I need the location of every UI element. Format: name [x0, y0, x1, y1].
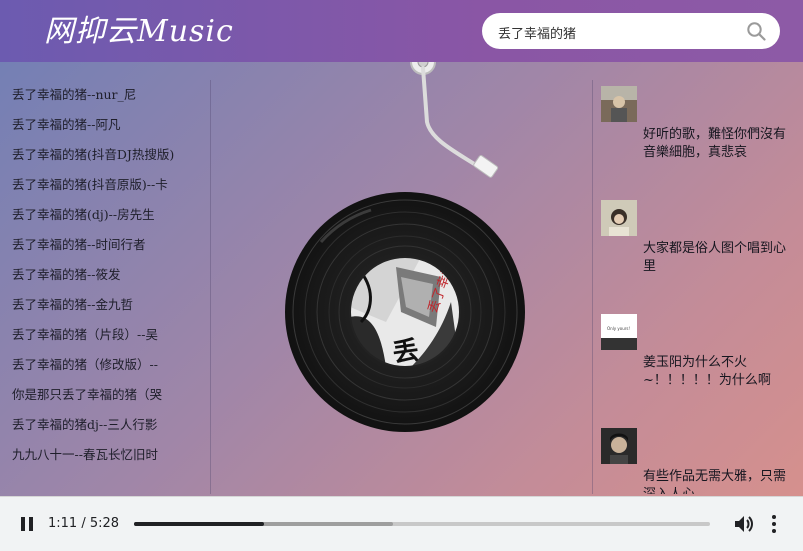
song-item[interactable]: 丢了幸福的猪（片段）--吴	[0, 320, 210, 350]
song-item[interactable]: 你是那只丢了幸福的猪（哭	[0, 380, 210, 410]
avatar[interactable]: Only yours!	[601, 314, 637, 350]
song-item[interactable]: 九九八十一--春瓦长忆旧时	[0, 440, 210, 470]
song-item[interactable]: 丢了幸福的猪--金九哲	[0, 290, 210, 320]
avatar[interactable]	[601, 86, 637, 122]
search-icon[interactable]	[746, 21, 766, 41]
avatar[interactable]	[601, 200, 637, 236]
song-item[interactable]: 丢了幸福的猪(dj)--房先生	[0, 200, 210, 230]
header: 网抑云Music	[0, 0, 803, 62]
comment-item: 好听的歌，難怪你們沒有音樂細胞，真悲哀	[593, 80, 803, 194]
more-options-icon[interactable]	[766, 513, 782, 535]
comment-text: 姜玉阳为什么不火~！！！！！为什么啊	[643, 355, 771, 388]
song-item[interactable]: 丢了幸福的猪（修改版）--	[0, 350, 210, 380]
song-item[interactable]: 丢了幸福的猪--时间行者	[0, 230, 210, 260]
song-item[interactable]: 丢了幸福的猪--nur_尼	[0, 80, 210, 110]
time-display: 1:11 / 5:28	[48, 516, 120, 531]
song-item[interactable]: 丢了幸福的猪--阿凡	[0, 110, 210, 140]
pause-icon[interactable]	[18, 515, 36, 533]
svg-text:Only yours!: Only yours!	[607, 326, 630, 331]
tonearm[interactable]	[410, 49, 499, 178]
avatar[interactable]	[601, 428, 637, 464]
app-logo[interactable]: 网抑云Music	[44, 10, 234, 54]
progress-bar[interactable]	[134, 522, 710, 526]
comment-list: 好听的歌，難怪你們沒有音樂細胞，真悲哀 大家都是俗人图个唱到心里 Only yo…	[592, 80, 803, 494]
comment-item: 大家都是俗人图个唱到心里	[593, 194, 803, 308]
turntable: 丢 丢了幸福的猪	[285, 49, 525, 432]
comment-text: 有些作品无需大雅，只需深入人心。	[643, 469, 787, 494]
comment-text: 好听的歌，難怪你們沒有音樂細胞，真悲哀	[643, 127, 787, 160]
vinyl-player: 丢 丢了幸福的猪	[211, 49, 591, 496]
song-item[interactable]: 丢了幸福的猪--筱发	[0, 260, 210, 290]
progress-fill	[134, 522, 265, 526]
song-item[interactable]: 丢了幸福的猪(抖音原版)--卡	[0, 170, 210, 200]
search-input[interactable]	[496, 13, 740, 51]
song-item[interactable]: 丢了幸福的猪dj--三人行影	[0, 410, 210, 440]
song-list: 丢了幸福的猪--nur_尼 丢了幸福的猪--阿凡 丢了幸福的猪(抖音DJ热搜版)…	[0, 80, 211, 494]
search-box[interactable]	[482, 13, 780, 51]
volume-icon[interactable]	[732, 513, 754, 535]
comment-text: 大家都是俗人图个唱到心里	[643, 241, 787, 274]
svg-text:丢: 丢	[391, 336, 421, 369]
audio-controls: 1:11 / 5:28	[0, 496, 803, 551]
comment-item: Only yours! 姜玉阳为什么不火~！！！！！为什么啊	[593, 308, 803, 422]
comment-item: 有些作品无需大雅，只需深入人心。	[593, 422, 803, 494]
song-item[interactable]: 丢了幸福的猪(抖音DJ热搜版)	[0, 140, 210, 170]
